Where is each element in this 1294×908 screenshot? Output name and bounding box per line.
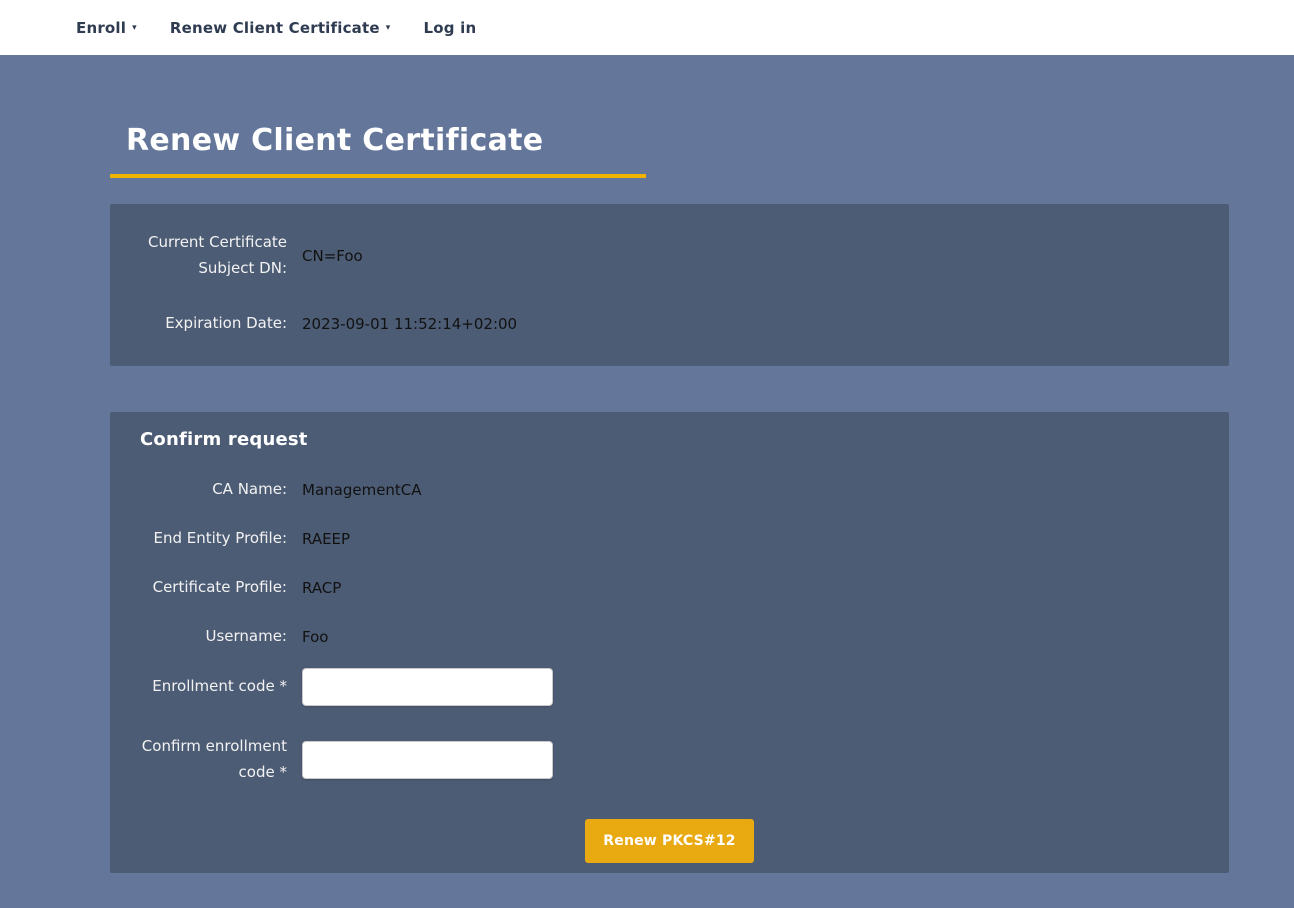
ca-name-row: CA Name: ManagementCA [110, 472, 1229, 508]
nav-enroll[interactable]: Enroll ▾ [76, 19, 137, 37]
nav-log-in-label: Log in [423, 19, 476, 37]
end-entity-profile-label: End Entity Profile: [140, 526, 287, 552]
confirm-enrollment-code-input[interactable] [302, 741, 553, 779]
nav-renew-client-certificate[interactable]: Renew Client Certificate ▾ [170, 19, 391, 37]
subject-dn-value: CN=Foo [302, 247, 1229, 265]
ca-name-value: ManagementCA [302, 481, 1229, 499]
username-value: Foo [302, 628, 1229, 646]
submit-button-row: Renew PKCS#12 [110, 819, 1229, 863]
confirm-enrollment-code-row: Confirm enrollment code * [110, 734, 1229, 786]
end-entity-profile-value: RAEEP [302, 530, 1229, 548]
chevron-down-icon: ▾ [132, 24, 137, 33]
confirm-enrollment-code-label: Confirm enrollment code * [140, 734, 287, 786]
certificate-profile-value: RACP [302, 579, 1229, 597]
certificate-profile-row: Certificate Profile: RACP [110, 570, 1229, 606]
end-entity-profile-row: End Entity Profile: RAEEP [110, 521, 1229, 557]
top-navigation-bar: Enroll ▾ Renew Client Certificate ▾ Log … [0, 0, 1294, 55]
nav-enroll-label: Enroll [76, 19, 126, 37]
username-row: Username: Foo [110, 619, 1229, 655]
expiration-date-row: Expiration Date: 2023-09-01 11:52:14+02:… [110, 306, 1229, 342]
title-section: Renew Client Certificate [110, 55, 1294, 178]
enrollment-code-label: Enrollment code * [140, 674, 287, 700]
nav-log-in[interactable]: Log in [423, 19, 476, 37]
enrollment-code-input[interactable] [302, 668, 553, 706]
username-label: Username: [140, 624, 287, 650]
nav-renew-client-certificate-label: Renew Client Certificate [170, 19, 380, 37]
confirm-request-panel: Confirm request CA Name: ManagementCA En… [110, 412, 1229, 873]
expiration-date-value: 2023-09-01 11:52:14+02:00 [302, 315, 1229, 333]
subject-dn-label: Current Certificate Subject DN: [140, 230, 287, 282]
renew-pkcs12-button[interactable]: Renew PKCS#12 [585, 819, 753, 863]
chevron-down-icon: ▾ [386, 24, 391, 33]
current-certificate-panel: Current Certificate Subject DN: CN=Foo E… [110, 204, 1229, 366]
enrollment-code-row: Enrollment code * [110, 668, 1229, 706]
certificate-profile-label: Certificate Profile: [140, 575, 287, 601]
ca-name-label: CA Name: [140, 477, 287, 503]
confirm-request-heading: Confirm request [140, 429, 1229, 450]
subject-dn-row: Current Certificate Subject DN: CN=Foo [110, 230, 1229, 282]
expiration-date-label: Expiration Date: [140, 311, 287, 337]
page-title: Renew Client Certificate [110, 55, 646, 178]
